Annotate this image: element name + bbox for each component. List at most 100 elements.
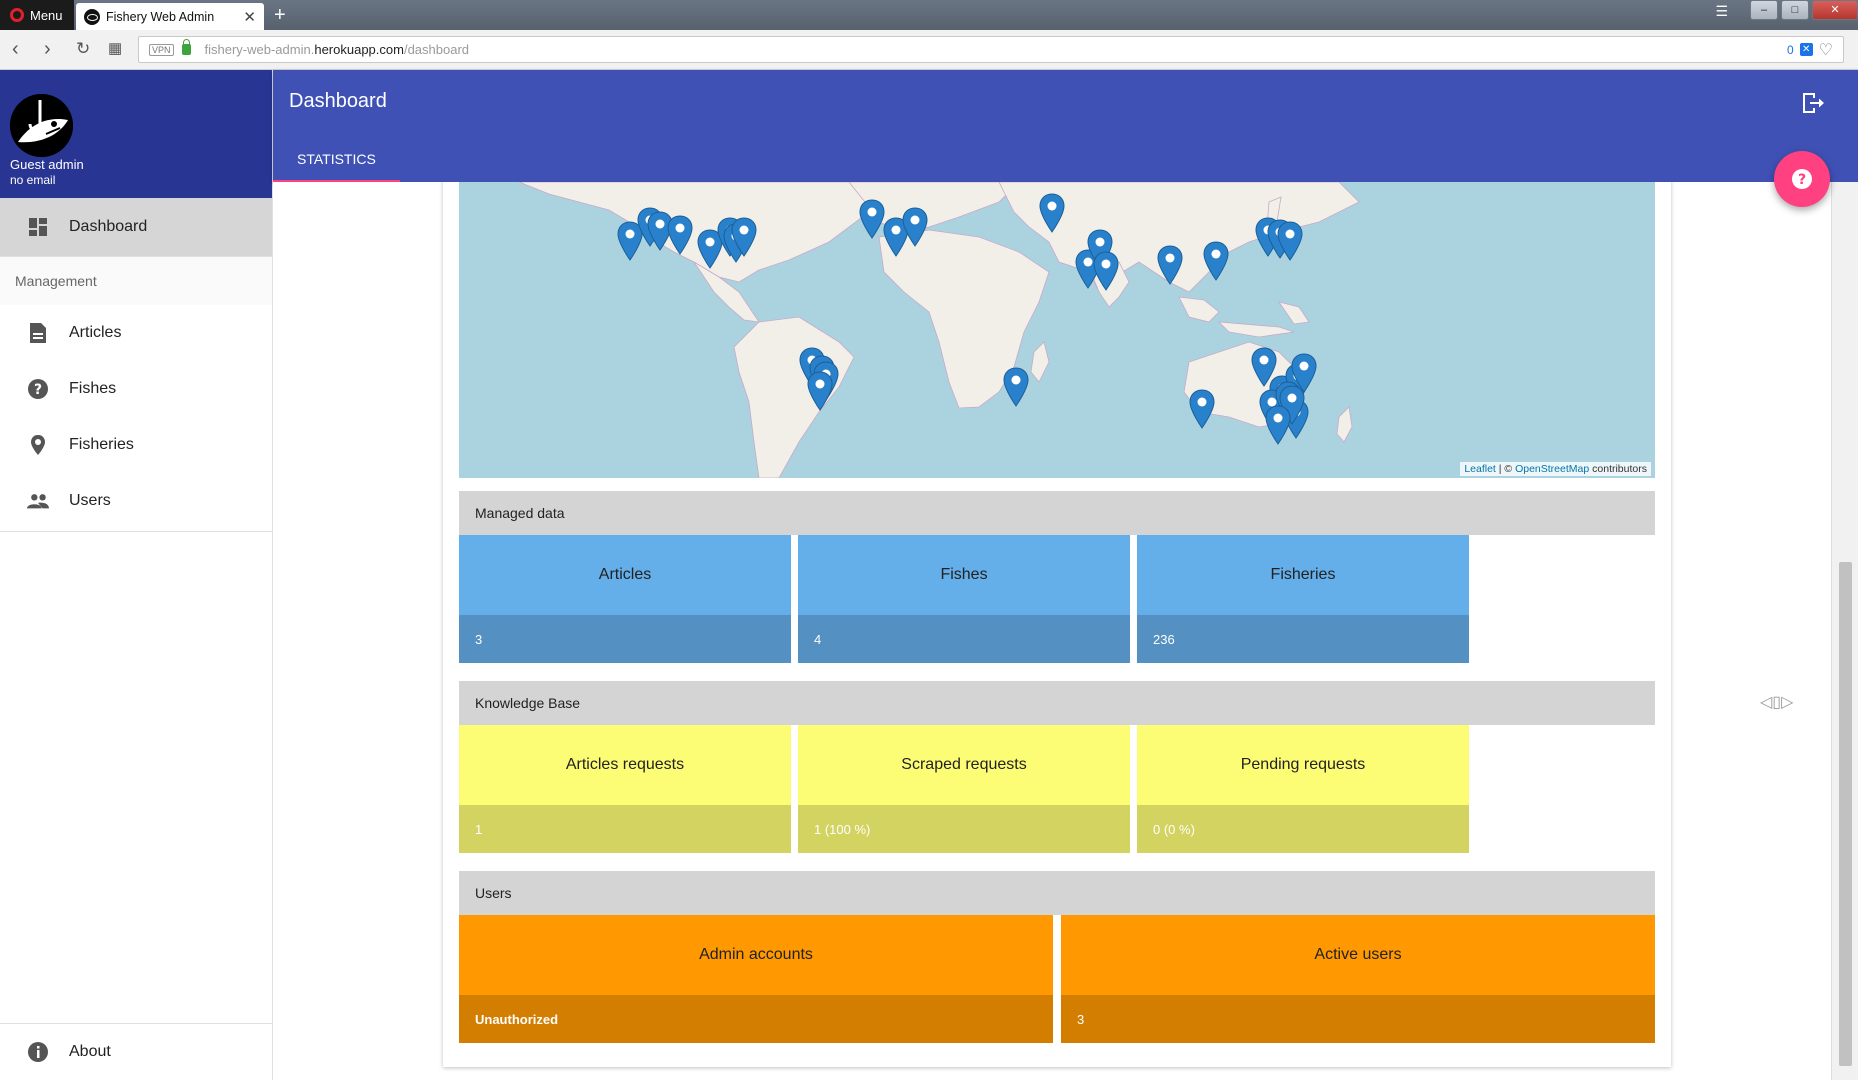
- section-management: Management: [0, 257, 272, 305]
- tile-articles-requests[interactable]: Articles requests 1: [459, 725, 791, 853]
- help-circle-icon: ?: [27, 378, 49, 400]
- map-marker-icon[interactable]: [1093, 251, 1119, 291]
- map-marker-icon[interactable]: [667, 215, 693, 255]
- tile-scraped-requests[interactable]: Scraped requests 1 (100 %): [798, 725, 1130, 853]
- user-profile: Guest admin no email: [0, 70, 272, 198]
- maximize-icon[interactable]: □: [1781, 0, 1809, 20]
- map-marker-icon[interactable]: [1157, 245, 1183, 285]
- tile-label: Articles: [459, 535, 791, 615]
- map-marker-icon[interactable]: [1039, 193, 1065, 233]
- tile-value: 4: [798, 615, 1130, 663]
- sidebar-item-about[interactable]: About: [0, 1024, 272, 1080]
- app-bar: Dashboard STATISTICS: [273, 70, 1858, 182]
- map-marker-icon[interactable]: [1003, 367, 1029, 407]
- map-marker-icon[interactable]: [807, 371, 833, 411]
- main-content: Leaflet | © OpenStreetMap contributors M…: [273, 182, 1831, 1080]
- tile-value: 1: [459, 805, 791, 853]
- scrollbar-thumb[interactable]: [1839, 562, 1852, 1066]
- url-host-prefix: fishery-web-admin.: [204, 42, 315, 57]
- reload-icon[interactable]: ↻: [76, 38, 90, 60]
- window-close-icon[interactable]: ✕: [1812, 0, 1858, 20]
- tile-value: 0 (0 %): [1137, 805, 1469, 853]
- tab-menu-icon[interactable]: ☰: [1715, 3, 1728, 20]
- tracker-count: 0: [1786, 42, 1794, 57]
- opera-logo-icon: [10, 8, 24, 22]
- forward-icon[interactable]: ›: [44, 38, 51, 60]
- sidebar-item-dashboard[interactable]: Dashboard: [0, 198, 272, 256]
- tile-label: Fishes: [798, 535, 1130, 615]
- browser-menu-button[interactable]: Menu: [0, 0, 74, 30]
- tile-value: 236: [1137, 615, 1469, 663]
- fish-hook-logo-icon: [10, 94, 73, 157]
- location-pin-icon: [27, 434, 49, 456]
- tile-label: Active users: [1061, 915, 1655, 995]
- tile-articles[interactable]: Articles 3: [459, 535, 791, 663]
- tile-fishes[interactable]: Fishes 4: [798, 535, 1130, 663]
- minimize-icon[interactable]: –: [1750, 0, 1778, 20]
- map-attribution: Leaflet | © OpenStreetMap contributors: [1460, 462, 1651, 476]
- sidebar-item-articles[interactable]: Articles: [0, 305, 272, 361]
- browser-tab[interactable]: Fishery Web Admin ✕: [76, 3, 264, 30]
- map-marker-icon[interactable]: [1189, 389, 1215, 429]
- url-text: fishery-web-admin.herokuapp.com/dashboar…: [205, 42, 470, 57]
- user-name: Guest admin: [10, 157, 84, 172]
- info-icon: [27, 1041, 49, 1063]
- map-marker-icon[interactable]: [859, 199, 885, 239]
- sidebar-item-label: Dashboard: [69, 218, 148, 235]
- tile-active-users[interactable]: Active users 3: [1061, 915, 1655, 1043]
- scroll-drag-handle-icon[interactable]: ◁▯▷: [1760, 692, 1793, 712]
- tile-value: 1 (100 %): [798, 805, 1130, 853]
- sidebar-item-label: About: [69, 1043, 111, 1060]
- url-host: herokuapp.com: [314, 42, 404, 57]
- new-tab-icon[interactable]: +: [274, 3, 286, 27]
- map-marker-icon[interactable]: [1203, 241, 1229, 281]
- sidebar-item-fishes[interactable]: ? Fishes: [0, 361, 272, 417]
- tab-statistics[interactable]: STATISTICS: [273, 138, 400, 182]
- close-tab-icon[interactable]: ✕: [243, 8, 256, 26]
- logout-icon[interactable]: [1800, 90, 1826, 116]
- tile-value: Unauthorized: [459, 995, 1053, 1043]
- vpn-badge[interactable]: VPN: [149, 43, 174, 56]
- user-email: no email: [10, 173, 56, 187]
- tile-admin-accounts[interactable]: Admin accounts Unauthorized: [459, 915, 1053, 1043]
- map-marker-icon[interactable]: [902, 207, 928, 247]
- page-scrollbar[interactable]: [1831, 182, 1858, 1080]
- tile-pending-requests[interactable]: Pending requests 0 (0 %): [1137, 725, 1469, 853]
- bookmark-heart-icon[interactable]: ♡: [1819, 40, 1833, 60]
- url-right-tools: 0 ✕ ♡: [1787, 40, 1833, 60]
- tile-label: Pending requests: [1137, 725, 1469, 805]
- sidebar-item-fisheries[interactable]: Fisheries: [0, 417, 272, 473]
- tile-value: 3: [459, 615, 791, 663]
- sidebar-item-label: Users: [69, 492, 111, 509]
- map-marker-icon[interactable]: [1265, 405, 1291, 445]
- fisheries-map[interactable]: Leaflet | © OpenStreetMap contributors: [459, 182, 1655, 478]
- statistics-card: Leaflet | © OpenStreetMap contributors M…: [443, 182, 1671, 1067]
- ad-block-shield-icon[interactable]: ✕: [1799, 43, 1813, 56]
- sidebar-item-users[interactable]: Users: [0, 473, 272, 529]
- lock-icon[interactable]: [181, 39, 191, 55]
- sidebar: Guest admin no email Dashboard Managemen…: [0, 70, 273, 1080]
- back-icon[interactable]: ‹: [12, 38, 19, 60]
- tile-label: Fisheries: [1137, 535, 1469, 615]
- attribution-separator: | ©: [1495, 463, 1516, 475]
- tile-value: 3: [1061, 995, 1655, 1043]
- tile-fisheries[interactable]: Fisheries 236: [1137, 535, 1469, 663]
- dashboard-icon: [27, 216, 49, 238]
- url-path: /dashboard: [403, 42, 470, 57]
- address-bar: ‹ › ↻ ▦ VPN fishery-web-admin.herokuapp.…: [0, 30, 1858, 70]
- map-marker-icon[interactable]: [731, 217, 757, 257]
- help-icon: ?: [1792, 169, 1812, 189]
- speed-dial-icon[interactable]: ▦: [108, 38, 122, 60]
- map-marker-icon[interactable]: [1277, 221, 1303, 261]
- tab-bar: STATISTICS: [273, 138, 400, 182]
- sidebar-item-label: Articles: [69, 324, 122, 341]
- osm-link[interactable]: OpenStreetMap: [1515, 463, 1589, 475]
- svg-text:?: ?: [34, 382, 42, 398]
- url-input[interactable]: VPN fishery-web-admin.herokuapp.com/dash…: [138, 36, 1844, 63]
- leaflet-link[interactable]: Leaflet: [1464, 463, 1496, 475]
- help-button[interactable]: ?: [1774, 151, 1830, 207]
- people-icon: [27, 490, 49, 512]
- sidebar-about[interactable]: About: [0, 1023, 272, 1080]
- sidebar-item-label: Fishes: [69, 380, 117, 397]
- svg-text:?: ?: [1798, 172, 1806, 188]
